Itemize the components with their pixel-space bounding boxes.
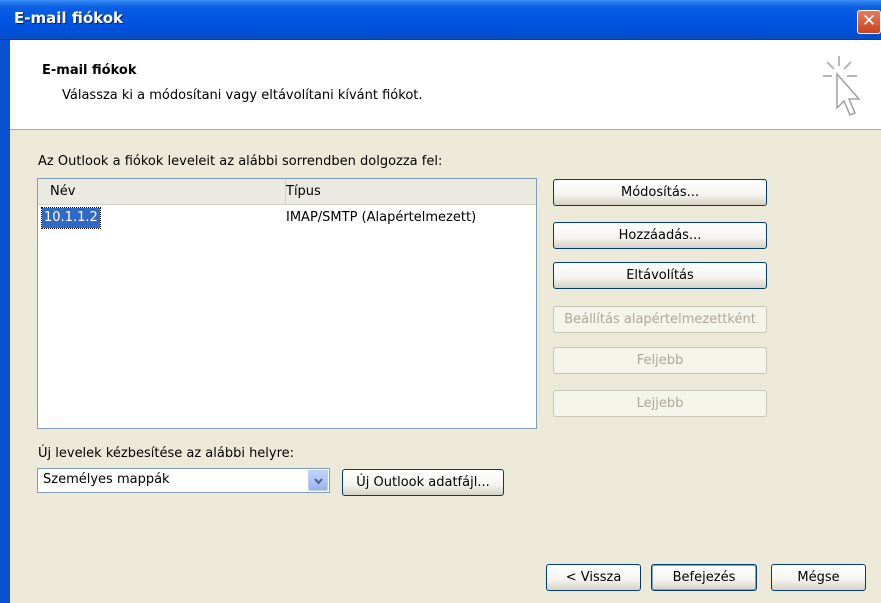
wizard-cursor-icon: [823, 56, 861, 116]
set-default-button[interactable]: Beállítás alapértelmezettként: [553, 306, 767, 333]
dropdown-button[interactable]: [308, 470, 328, 491]
header-subtitle: Válassza ki a módosítani vagy eltávolíta…: [62, 88, 423, 103]
header-title: E-mail fiókok: [42, 63, 137, 78]
window-frame-left: [0, 40, 10, 603]
new-datafile-button[interactable]: Új Outlook adatfájl...: [342, 469, 504, 496]
close-button[interactable]: ✕: [857, 10, 881, 34]
column-header-type[interactable]: Típus: [286, 179, 536, 204]
close-icon: ✕: [861, 11, 877, 31]
account-name-cell[interactable]: 10.1.1.2: [41, 207, 101, 229]
accounts-list[interactable]: Név Típus 10.1.1.2 IMAP/SMTP (Alapértelm…: [37, 178, 537, 429]
finish-button[interactable]: Befejezés: [651, 564, 757, 591]
chevron-down-icon: [314, 478, 323, 485]
add-button[interactable]: Hozzáadás...: [553, 222, 767, 249]
account-type-cell: IMAP/SMTP (Alapértelmezett): [286, 210, 477, 225]
cancel-button[interactable]: Mégse: [771, 564, 866, 591]
delivery-label: Új levelek kézbesítése az alábbi helyre:: [38, 446, 295, 461]
remove-button[interactable]: Eltávolítás: [553, 262, 767, 289]
list-header: Név Típus: [38, 179, 536, 205]
title-bar: E-mail fiókok ✕: [0, 0, 881, 40]
move-up-button[interactable]: Feljebb: [553, 347, 767, 374]
table-row[interactable]: 10.1.1.2 IMAP/SMTP (Alapértelmezett): [38, 206, 536, 229]
accounts-intro-label: Az Outlook a fiókok leveleit az alábbi s…: [38, 154, 443, 169]
delivery-location-value: Személyes mappák: [43, 472, 170, 487]
column-header-name[interactable]: Név: [38, 179, 286, 204]
wizard-header: E-mail fiókok Válassza ki a módosítani v…: [10, 40, 881, 130]
move-down-button[interactable]: Lejjebb: [553, 390, 767, 417]
back-button[interactable]: < Vissza: [546, 564, 641, 591]
modify-button[interactable]: Módosítás...: [553, 179, 767, 206]
delivery-location-select[interactable]: Személyes mappák: [37, 468, 330, 493]
window-title: E-mail fiókok: [14, 9, 124, 27]
